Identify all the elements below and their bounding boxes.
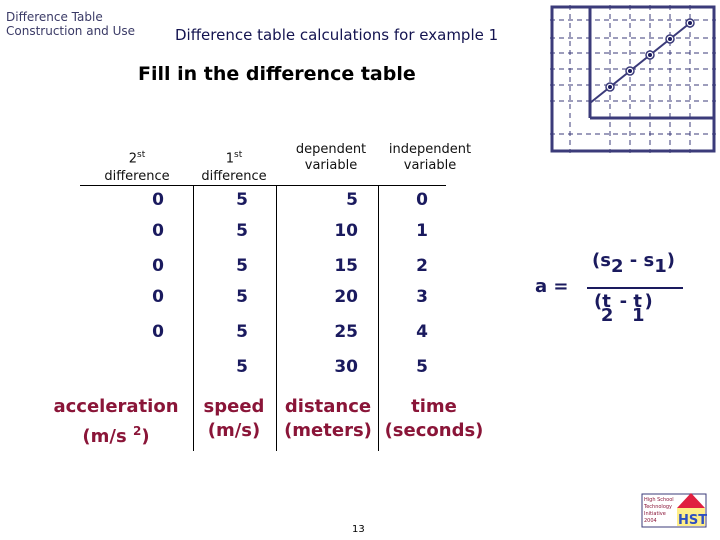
slide-title: Difference table calculations for exampl…	[175, 26, 499, 44]
unit-time: time (seconds)	[384, 396, 484, 441]
formula-denominator: (t2 - t1)	[594, 291, 653, 326]
formula-numerator: (s2 - s1)	[592, 250, 675, 277]
unit-acceleration: acceleration (m/s 2)	[53, 396, 179, 447]
graph-point-center	[628, 69, 632, 73]
column-divider-2	[276, 185, 277, 451]
cell-independent: 0	[416, 190, 428, 210]
svg-text:Technology: Technology	[643, 504, 672, 510]
svg-text:Initiative: Initiative	[644, 511, 666, 517]
svg-text:2004: 2004	[644, 518, 657, 524]
cell-dependent: 10	[334, 221, 358, 241]
line-graph-icon	[550, 5, 716, 153]
cell-dependent: 5	[346, 190, 358, 210]
cell-independent: 2	[416, 256, 428, 276]
cell-dependent: 30	[334, 357, 358, 377]
cell-dependent: 20	[334, 287, 358, 307]
cell-first-difference: 5	[236, 190, 248, 210]
graph-point-center	[608, 85, 612, 89]
column-header-independent-variable: independent variable	[388, 142, 472, 173]
cell-second-difference: 0	[152, 190, 164, 210]
column-header-dependent-variable: dependent variable	[295, 142, 367, 173]
formula-lhs: a =	[535, 276, 569, 297]
page-heading: Fill in the difference table	[138, 63, 416, 85]
cell-first-difference: 5	[236, 287, 248, 307]
column-header-first-difference: 1st difference	[201, 150, 267, 185]
column-header-second-difference: 2st difference	[104, 150, 170, 185]
svg-text:HSTi: HSTi	[678, 513, 707, 528]
svg-text:High School: High School	[644, 497, 674, 503]
graph-line	[589, 22, 691, 104]
cell-dependent: 25	[334, 322, 358, 342]
unit-speed: speed (m/s)	[203, 396, 265, 441]
unit-distance: distance (meters)	[284, 396, 372, 441]
cell-first-difference: 5	[236, 322, 248, 342]
cell-second-difference: 0	[152, 221, 164, 241]
presentation-subtitle: Difference Table Construction and Use	[6, 10, 135, 38]
cell-second-difference: 0	[152, 322, 164, 342]
column-divider-1	[193, 185, 194, 451]
table-header-divider	[80, 185, 446, 186]
column-divider-3	[378, 185, 379, 451]
cell-first-difference: 5	[236, 256, 248, 276]
cell-dependent: 15	[334, 256, 358, 276]
page-number: 13	[352, 524, 365, 535]
subtitle-line-1: Difference Table	[6, 10, 103, 24]
cell-independent: 3	[416, 287, 428, 307]
cell-independent: 5	[416, 357, 428, 377]
cell-independent: 4	[416, 322, 428, 342]
graph-point-center	[648, 53, 652, 57]
cell-second-difference: 0	[152, 256, 164, 276]
subtitle-line-2: Construction and Use	[6, 24, 136, 38]
cell-first-difference: 5	[236, 357, 248, 377]
cell-second-difference: 0	[152, 287, 164, 307]
cell-first-difference: 5	[236, 221, 248, 241]
fraction-bar	[587, 287, 683, 289]
hsti-logo-icon: HSTi High SchoolTechnology Initiative200…	[641, 493, 707, 528]
cell-independent: 1	[416, 221, 428, 241]
graph-point-center	[668, 37, 672, 41]
graph-point-center	[688, 21, 692, 25]
